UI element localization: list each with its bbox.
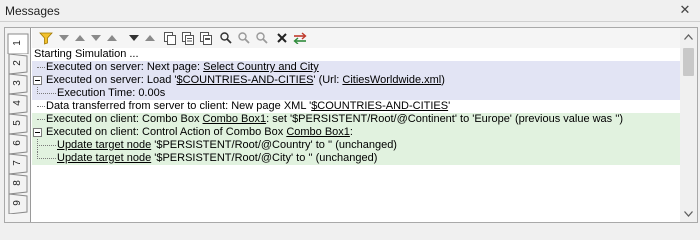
tab-label: 7 bbox=[12, 160, 23, 166]
vertical-scrollbar[interactable] bbox=[680, 28, 697, 222]
tree-line bbox=[37, 145, 56, 146]
message-text: Executed on client: Control Action of Co… bbox=[46, 126, 353, 138]
tree-line bbox=[37, 119, 45, 120]
tab-6[interactable]: 6 bbox=[7, 132, 29, 154]
next-warning-icon[interactable] bbox=[56, 30, 72, 46]
next-icon[interactable] bbox=[126, 30, 142, 46]
control-link[interactable]: Combo Box1 bbox=[286, 126, 350, 138]
clear-icon[interactable] bbox=[274, 30, 290, 46]
message-list: Starting Simulation ... Executed on serv… bbox=[32, 48, 697, 222]
collapse-icon[interactable] bbox=[33, 76, 42, 85]
tab-label: 6 bbox=[12, 140, 23, 146]
find-prev-icon[interactable] bbox=[254, 30, 270, 46]
list-item[interactable]: Starting Simulation ... bbox=[32, 48, 680, 61]
list-item[interactable]: Executed on server: Load '$COUNTRIES-AND… bbox=[32, 74, 680, 87]
tab-5[interactable]: 5 bbox=[7, 112, 29, 134]
scroll-thumb[interactable] bbox=[683, 48, 694, 76]
prev-icon[interactable] bbox=[142, 30, 158, 46]
tab-label: 1 bbox=[12, 40, 23, 46]
tab-label: 5 bbox=[12, 120, 23, 126]
message-text: Update target node '$PERSISTENT/Root/@Co… bbox=[57, 139, 397, 151]
prev-error-icon[interactable] bbox=[104, 30, 120, 46]
list-item[interactable]: Data transferred from server to client: … bbox=[32, 100, 680, 113]
wrap-icon[interactable] bbox=[292, 30, 308, 46]
tree-line bbox=[37, 93, 56, 94]
scroll-down-icon[interactable] bbox=[680, 205, 697, 222]
title-bar: Messages ✕ bbox=[0, 0, 700, 22]
find-icon[interactable] bbox=[218, 30, 234, 46]
tab-3[interactable]: 3 bbox=[7, 72, 29, 94]
list-item[interactable]: Update target node '$PERSISTENT/Root/@Ci… bbox=[32, 152, 680, 165]
scroll-up-icon[interactable] bbox=[680, 28, 697, 45]
list-item[interactable]: Executed on client: Combo Box Combo Box1… bbox=[32, 113, 680, 126]
messages-panel: 1 2 3 4 5 6 7 8 9 Starting Simulation ..… bbox=[4, 27, 698, 223]
collapse-icon[interactable] bbox=[33, 128, 42, 137]
copy-selected-icon[interactable] bbox=[198, 30, 214, 46]
page-link[interactable]: Select Country and City bbox=[203, 61, 319, 73]
message-text: Executed on server: Next page: Select Co… bbox=[46, 61, 319, 73]
filter-icon[interactable] bbox=[38, 30, 54, 46]
list-item[interactable]: Executed on client: Control Action of Co… bbox=[32, 126, 680, 139]
message-text: Starting Simulation ... bbox=[34, 48, 139, 60]
tab-label: 9 bbox=[12, 200, 23, 206]
copy-all-icon[interactable] bbox=[180, 30, 196, 46]
message-text: Update target node '$PERSISTENT/Root/@Ci… bbox=[57, 152, 378, 164]
source-link[interactable]: $COUNTRIES-AND-CITIES bbox=[177, 74, 314, 86]
toolbar bbox=[32, 28, 697, 48]
source-link[interactable]: $COUNTRIES-AND-CITIES bbox=[311, 100, 448, 112]
list-item[interactable]: Execution Time: 0.00s bbox=[32, 87, 680, 100]
tab-8[interactable]: 8 bbox=[7, 172, 29, 194]
list-item[interactable]: Update target node '$PERSISTENT/Root/@Co… bbox=[32, 139, 680, 152]
next-error-icon[interactable] bbox=[88, 30, 104, 46]
close-icon[interactable]: ✕ bbox=[678, 2, 692, 18]
tree-line bbox=[37, 106, 45, 107]
find-next-icon[interactable] bbox=[236, 30, 252, 46]
tab-strip: 1 2 3 4 5 6 7 8 9 bbox=[5, 28, 31, 222]
tree-line bbox=[37, 67, 45, 68]
message-text: Executed on server: Load '$COUNTRIES-AND… bbox=[46, 74, 445, 86]
window-title: Messages bbox=[5, 4, 60, 18]
message-text: Execution Time: 0.00s bbox=[57, 87, 166, 99]
tab-7[interactable]: 7 bbox=[7, 152, 29, 174]
prev-warning-icon[interactable] bbox=[72, 30, 88, 46]
tab-label: 4 bbox=[12, 100, 23, 106]
tab-1[interactable]: 1 bbox=[7, 32, 29, 54]
action-link[interactable]: Update target node bbox=[57, 152, 151, 164]
copy-icon[interactable] bbox=[162, 30, 178, 46]
tab-9[interactable]: 9 bbox=[7, 192, 29, 214]
action-link[interactable]: Update target node bbox=[57, 139, 151, 151]
tab-label: 3 bbox=[12, 80, 23, 86]
message-text: Executed on client: Combo Box Combo Box1… bbox=[46, 113, 624, 125]
tab-label: 8 bbox=[12, 180, 23, 186]
tab-4[interactable]: 4 bbox=[7, 92, 29, 114]
tree-line bbox=[37, 158, 56, 159]
list-item[interactable]: Executed on server: Next page: Select Co… bbox=[32, 61, 680, 74]
tab-2[interactable]: 2 bbox=[7, 52, 29, 74]
tab-label: 2 bbox=[12, 60, 23, 66]
message-text: Data transferred from server to client: … bbox=[46, 100, 451, 112]
control-link[interactable]: Combo Box1 bbox=[203, 113, 267, 125]
url-link[interactable]: CitiesWorldwide.xml bbox=[342, 74, 441, 86]
